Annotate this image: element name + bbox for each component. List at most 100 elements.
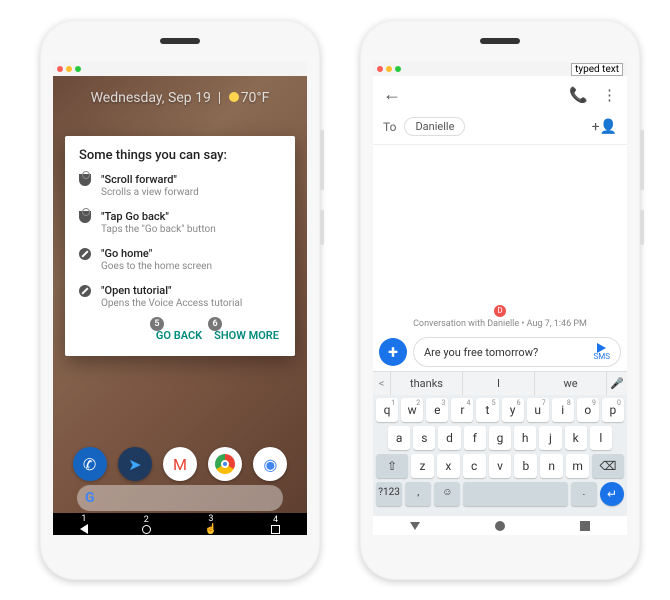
min-dot[interactable] bbox=[66, 66, 72, 72]
compose-row: + Are you free tomorrow? SMS bbox=[379, 337, 621, 367]
key-p[interactable]: p0 bbox=[602, 398, 624, 422]
period-key[interactable]: . bbox=[571, 482, 597, 506]
key-w[interactable]: w2 bbox=[401, 398, 423, 422]
key-r[interactable]: r4 bbox=[451, 398, 473, 422]
key-j[interactable]: j bbox=[539, 426, 561, 450]
key-c[interactable]: c bbox=[463, 454, 486, 478]
conversation-area[interactable]: D Conversation with Danielle • Aug 7, 1:… bbox=[373, 145, 627, 371]
symbols-key[interactable]: ?123 bbox=[376, 482, 402, 506]
mic-icon[interactable]: 🎤 bbox=[607, 372, 627, 395]
call-icon[interactable]: 📞 bbox=[569, 86, 588, 104]
more-icon[interactable]: ⋮ bbox=[602, 86, 617, 104]
key-n[interactable]: n bbox=[540, 454, 563, 478]
space-key[interactable] bbox=[463, 482, 568, 506]
key-s[interactable]: s bbox=[413, 426, 435, 450]
suggestion-1[interactable]: thanks bbox=[391, 372, 463, 395]
message-text: Are you free tomorrow? bbox=[424, 346, 538, 359]
key-h[interactable]: h bbox=[514, 426, 536, 450]
recipient-chip[interactable]: Danielle bbox=[404, 117, 465, 136]
emoji-key[interactable]: ☺ bbox=[434, 482, 460, 506]
key-q[interactable]: q1 bbox=[376, 398, 398, 422]
message-input[interactable]: Are you free tomorrow? SMS bbox=[413, 337, 621, 367]
volume-button bbox=[320, 130, 324, 190]
max-dot[interactable] bbox=[395, 66, 401, 72]
hint-command: "Go home" bbox=[101, 247, 212, 260]
recipient-row: To Danielle +👤 bbox=[373, 113, 627, 145]
hint-description: Taps the "Go back" button bbox=[101, 224, 216, 235]
key-z[interactable]: z bbox=[411, 454, 434, 478]
weather-text: 70°F bbox=[241, 90, 270, 106]
attach-button[interactable]: + bbox=[379, 338, 407, 366]
go-back-button[interactable]: 5 GO BACK bbox=[154, 325, 204, 346]
window-label: typed text bbox=[571, 63, 623, 76]
key-u[interactable]: u7 bbox=[527, 398, 549, 422]
screen-right: typed text ← 📞 ⋮ To Danielle +👤 D bbox=[373, 62, 627, 535]
send-button[interactable]: SMS bbox=[594, 343, 610, 361]
gmail-app-icon[interactable]: M bbox=[163, 447, 197, 481]
voice-hint: "Go home" Goes to the home screen bbox=[79, 247, 281, 272]
show-more-button[interactable]: 6 SHOW MORE bbox=[212, 325, 281, 346]
min-dot[interactable] bbox=[386, 66, 392, 72]
nav-home-icon[interactable] bbox=[495, 521, 505, 531]
screen-left: Wednesday, Sep 19 | 70°F Some things you… bbox=[53, 62, 307, 535]
enter-key[interactable]: ↵ bbox=[600, 482, 624, 506]
voice-hint: "Scroll forward" Scrolls a view forward bbox=[79, 173, 281, 198]
key-d[interactable]: d bbox=[438, 426, 460, 450]
suggestion-3[interactable]: we bbox=[535, 372, 607, 395]
nav-back[interactable]: 1 bbox=[80, 514, 88, 534]
messages-app-icon[interactable]: ➤ bbox=[118, 447, 152, 481]
app-header: ← 📞 ⋮ bbox=[373, 76, 627, 113]
add-person-icon[interactable]: +👤 bbox=[592, 119, 617, 135]
key-l[interactable]: l bbox=[590, 426, 612, 450]
key-k[interactable]: k bbox=[565, 426, 587, 450]
search-bar[interactable]: G bbox=[77, 485, 283, 511]
key-t[interactable]: t5 bbox=[476, 398, 498, 422]
key-v[interactable]: v bbox=[489, 454, 512, 478]
nav-back-icon[interactable] bbox=[410, 522, 420, 530]
key-b[interactable]: b bbox=[514, 454, 537, 478]
google-logo: G bbox=[85, 490, 95, 506]
window-chrome bbox=[53, 62, 307, 77]
key-o[interactable]: o9 bbox=[577, 398, 599, 422]
volume-button bbox=[640, 130, 644, 190]
dock: ✆ ➤ M ◉ bbox=[53, 447, 307, 481]
back-arrow-icon[interactable]: ← bbox=[383, 84, 401, 105]
home-wallpaper: Wednesday, Sep 19 | 70°F Some things you… bbox=[53, 76, 307, 535]
max-dot[interactable] bbox=[75, 66, 81, 72]
nav-recent-icon[interactable] bbox=[580, 521, 590, 531]
compass-icon bbox=[79, 285, 91, 297]
phone-app-icon[interactable]: ✆ bbox=[73, 447, 107, 481]
expand-suggestions-icon[interactable]: < bbox=[373, 372, 391, 395]
key-m[interactable]: m bbox=[566, 454, 589, 478]
compass-icon bbox=[79, 248, 91, 260]
number-badge-5: 5 bbox=[150, 317, 164, 331]
suggestion-2[interactable]: I bbox=[463, 372, 535, 395]
messages-app: ← 📞 ⋮ To Danielle +👤 D Conversation with… bbox=[373, 76, 627, 535]
key-g[interactable]: g bbox=[489, 426, 511, 450]
date-weather: Wednesday, Sep 19 | 70°F bbox=[53, 76, 307, 112]
comma-key[interactable]: , bbox=[405, 482, 431, 506]
key-f[interactable]: f bbox=[464, 426, 486, 450]
nav-bar bbox=[373, 515, 627, 535]
voice-access-card: Some things you can say: "Scroll forward… bbox=[65, 136, 295, 356]
shift-key[interactable]: ⇧ bbox=[376, 454, 408, 478]
key-x[interactable]: x bbox=[437, 454, 460, 478]
key-y[interactable]: y6 bbox=[502, 398, 524, 422]
camera-app-icon[interactable]: ◉ bbox=[253, 447, 287, 481]
nav-home[interactable]: 2 bbox=[142, 515, 151, 534]
chrome-app-icon[interactable] bbox=[208, 447, 242, 481]
power-button bbox=[320, 210, 324, 245]
window-chrome: typed text bbox=[373, 62, 627, 77]
key-e[interactable]: e3 bbox=[426, 398, 448, 422]
close-dot[interactable] bbox=[57, 66, 63, 72]
contact-avatar: D bbox=[494, 305, 506, 317]
key-i[interactable]: i8 bbox=[552, 398, 574, 422]
close-dot[interactable] bbox=[377, 66, 383, 72]
nav-recent[interactable]: 4 bbox=[271, 515, 280, 534]
backspace-key[interactable]: ⌫ bbox=[592, 454, 624, 478]
key-a[interactable]: a bbox=[388, 426, 410, 450]
hint-command: "Scroll forward" bbox=[101, 173, 199, 186]
hint-command: "Open tutorial" bbox=[101, 284, 242, 297]
earpiece bbox=[480, 38, 520, 44]
nav-voice[interactable]: 3☝ bbox=[205, 514, 217, 535]
